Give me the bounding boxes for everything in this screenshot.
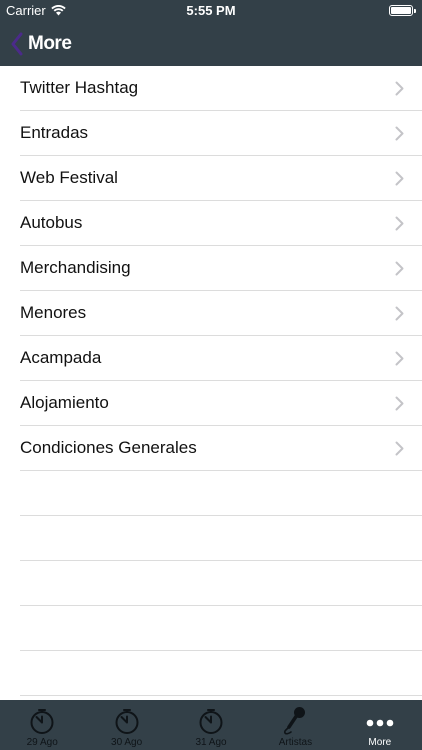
chevron-right-icon xyxy=(395,216,404,231)
menu-item-menores[interactable]: Menores xyxy=(20,291,422,336)
chevron-right-icon xyxy=(395,351,404,366)
tab-label: More xyxy=(368,737,392,748)
chevron-right-icon xyxy=(395,306,404,321)
menu-item-label: Acampada xyxy=(20,348,102,367)
battery-icon xyxy=(389,5,416,16)
empty-row xyxy=(20,516,422,561)
chevron-left-icon xyxy=(11,32,23,56)
chevron-right-icon xyxy=(395,396,404,411)
tab-bar: 29 Ago 30 Ago 31 Ago Artistas More xyxy=(0,700,422,750)
tab-label: Artistas xyxy=(278,737,313,748)
menu-item-condiciones-generales[interactable]: Condiciones Generales xyxy=(20,426,422,471)
menu-item-alojamiento[interactable]: Alojamiento xyxy=(20,381,422,426)
chevron-right-icon xyxy=(395,441,404,456)
stopwatch-icon xyxy=(115,709,139,734)
tab-label: 30 Ago xyxy=(111,737,143,748)
stopwatch-icon xyxy=(199,709,223,734)
more-menu-list: Twitter Hashtag Entradas Web Festival Au… xyxy=(0,66,422,696)
menu-item-label: Condiciones Generales xyxy=(20,438,197,457)
stopwatch-icon xyxy=(30,709,54,734)
status-time: 5:55 PM xyxy=(186,3,236,18)
tab-31-ago[interactable]: 31 Ago xyxy=(169,700,253,750)
menu-item-label: Alojamiento xyxy=(20,393,109,412)
menu-item-label: Menores xyxy=(20,303,87,322)
empty-row xyxy=(20,561,422,606)
menu-item-label: Entradas xyxy=(20,123,89,142)
back-button[interactable]: More xyxy=(10,22,72,66)
menu-item-acampada[interactable]: Acampada xyxy=(20,336,422,381)
more-dots-icon xyxy=(366,719,394,727)
chevron-right-icon xyxy=(395,81,404,96)
tab-label: 29 Ago xyxy=(26,737,58,748)
menu-item-label: Autobus xyxy=(20,213,83,232)
menu-item-merchandising[interactable]: Merchandising xyxy=(20,246,422,291)
menu-item-web-festival[interactable]: Web Festival xyxy=(20,156,422,201)
status-bar: Carrier 5:55 PM xyxy=(0,0,422,22)
tab-30-ago[interactable]: 30 Ago xyxy=(84,700,168,750)
tab-29-ago[interactable]: 29 Ago xyxy=(0,700,84,750)
empty-row xyxy=(20,606,422,651)
chevron-right-icon xyxy=(395,261,404,276)
menu-item-label: Twitter Hashtag xyxy=(20,78,139,97)
menu-item-entradas[interactable]: Entradas xyxy=(20,111,422,156)
microphone-icon xyxy=(284,707,306,735)
tab-artistas[interactable]: Artistas xyxy=(253,700,337,750)
tab-label: 31 Ago xyxy=(195,737,227,748)
menu-item-label: Web Festival xyxy=(20,168,118,187)
menu-item-label: Merchandising xyxy=(20,258,131,277)
empty-row xyxy=(20,651,422,696)
chevron-right-icon xyxy=(395,126,404,141)
menu-item-autobus[interactable]: Autobus xyxy=(20,201,422,246)
chevron-right-icon xyxy=(395,171,404,186)
back-button-label: More xyxy=(28,33,72,54)
menu-item-twitter-hashtag[interactable]: Twitter Hashtag xyxy=(20,66,422,111)
empty-row xyxy=(20,471,422,516)
tab-more[interactable]: More xyxy=(338,700,422,750)
navigation-bar: More xyxy=(0,22,422,66)
